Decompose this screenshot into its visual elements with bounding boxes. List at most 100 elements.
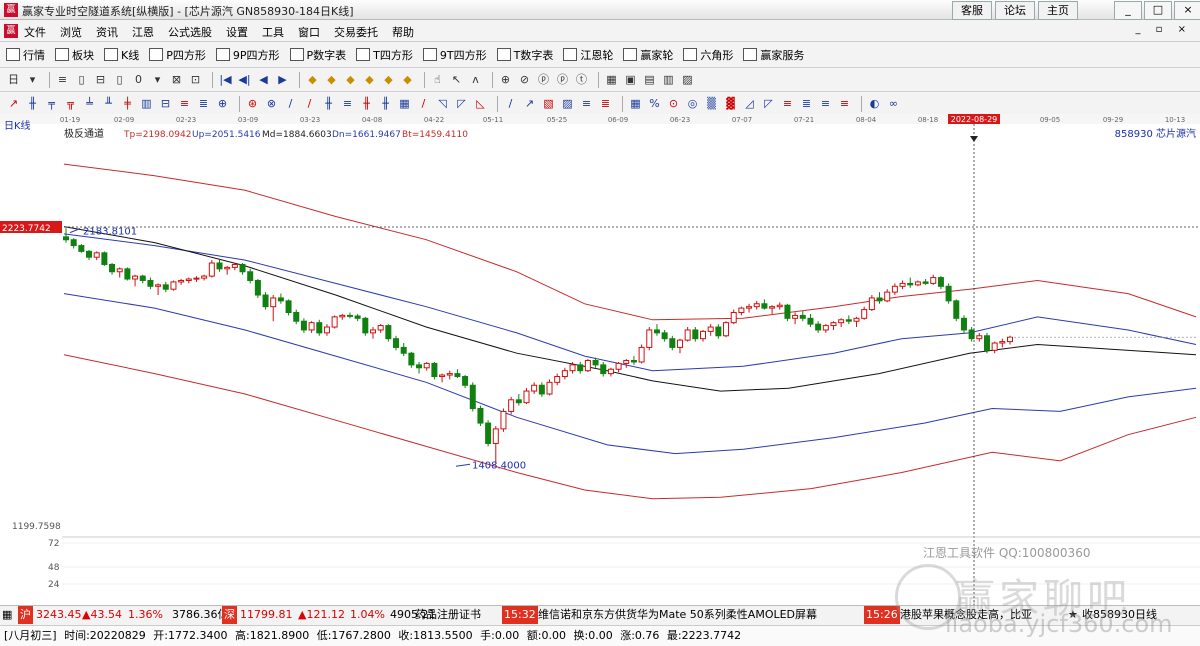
toolbar3-tool-37[interactable]: ◿ <box>742 96 757 111</box>
toolbar3-tool-15[interactable]: / <box>302 96 317 111</box>
toolbar3-tool-16[interactable]: ╫ <box>321 96 336 111</box>
toolbar3-tool-3[interactable]: ╦ <box>63 96 78 111</box>
menu-item-9[interactable]: 帮助 <box>392 24 414 40</box>
toolbar3-tool-30[interactable]: ≣ <box>598 96 613 111</box>
toolbar3-tool-23[interactable]: ◸ <box>454 96 469 111</box>
minimize-button[interactable]: _ <box>1114 1 1142 20</box>
toolbar3-tool-7[interactable]: ▥ <box>139 96 154 111</box>
toolbar2-tool-31[interactable]: ▥ <box>661 72 676 87</box>
toolbar-button-0[interactable]: 行情 <box>6 47 45 63</box>
toolbar2-tool-11[interactable]: ◀| <box>237 72 252 87</box>
toolbar3-tool-12[interactable]: ⊛ <box>245 96 260 111</box>
toolbar3-tool-1[interactable]: ╫ <box>25 96 40 111</box>
toolbar2-tool-8[interactable]: ⊠ <box>169 72 184 87</box>
mdi-controls[interactable]: _ ▫ × <box>1135 24 1192 35</box>
toolbar3-tool-35[interactable]: ▒ <box>704 96 719 111</box>
toolbar3-tool-24[interactable]: ◺ <box>473 96 488 111</box>
toolbar2-tool-16[interactable]: ◆ <box>343 72 358 87</box>
toolbar3-tool-41[interactable]: ≡ <box>818 96 833 111</box>
toolbar3-tool-6[interactable]: ╪ <box>120 96 135 111</box>
toolbar3-tool-2[interactable]: ╤ <box>44 96 59 111</box>
toolbar3-tool-31[interactable]: ▦ <box>628 96 643 111</box>
toolbar2-tool-28[interactable]: ▦ <box>604 72 619 87</box>
toolbar-button-2[interactable]: K线 <box>104 47 139 63</box>
menu-item-6[interactable]: 工具 <box>262 24 284 40</box>
toolbar3-tool-36[interactable]: ▓ <box>723 96 738 111</box>
toolbar2-tool-30[interactable]: ▤ <box>642 72 657 87</box>
toolbar3-tool-19[interactable]: ╫ <box>378 96 393 111</box>
toolbar3-tool-13[interactable]: ⊗ <box>264 96 279 111</box>
toolbar3-tool-44[interactable]: ∞ <box>886 96 901 111</box>
toolbar2-tool-23[interactable]: ⊕ <box>498 72 513 87</box>
toolbar2-tool-19[interactable]: ◆ <box>400 72 415 87</box>
toolbar-button-10[interactable]: 赢家轮 <box>623 47 673 63</box>
toolbar3-tool-10[interactable]: ≣ <box>196 96 211 111</box>
toolbar3-tool-38[interactable]: ◸ <box>761 96 776 111</box>
toolbar3-tool-39[interactable]: ≡ <box>780 96 795 111</box>
toolbar3-tool-42[interactable]: ≡ <box>837 96 852 111</box>
toolbar2-tool-9[interactable]: ⊡ <box>188 72 203 87</box>
toolbar-button-5[interactable]: P数字表 <box>289 47 346 63</box>
news-text-3[interactable]: 港股苹果概念股走高，比亚 <box>900 606 1032 624</box>
grid-icon[interactable]: ▦ <box>2 606 12 624</box>
close-button[interactable]: × <box>1174 1 1200 20</box>
toolbar2-tool-29[interactable]: ▣ <box>623 72 638 87</box>
toolbar2-tool-24[interactable]: ⊘ <box>517 72 532 87</box>
toolbar-button-9[interactable]: 江恩轮 <box>563 47 613 63</box>
toolbar2-tool-14[interactable]: ◆ <box>305 72 320 87</box>
toolbar2-tool-22[interactable]: ʌ <box>468 72 483 87</box>
toolbar-button-3[interactable]: P四方形 <box>149 47 206 63</box>
toolbar2-tool-26[interactable]: ⓟ <box>555 72 570 87</box>
toolbar2-tool-17[interactable]: ◆ <box>362 72 377 87</box>
toolbar3-tool-34[interactable]: ◎ <box>685 96 700 111</box>
menu-item-7[interactable]: 窗口 <box>298 24 320 40</box>
toolbar3-tool-0[interactable]: ↗ <box>6 96 21 111</box>
toolbar2-tool-4[interactable]: ⊟ <box>93 72 108 87</box>
toolbar3-tool-8[interactable]: ⊟ <box>158 96 173 111</box>
toolbar2-tool-32[interactable]: ▨ <box>680 72 695 87</box>
menu-item-1[interactable]: 浏览 <box>60 24 82 40</box>
toolbar2-tool-7[interactable]: ▾ <box>150 72 165 87</box>
toolbar-button-8[interactable]: T数字表 <box>496 47 553 63</box>
toolbar3-tool-33[interactable]: ⊙ <box>666 96 681 111</box>
toolbar2-tool-5[interactable]: ▯ <box>112 72 127 87</box>
toolbar3-tool-4[interactable]: ╧ <box>82 96 97 111</box>
toolbar3-tool-18[interactable]: ╫ <box>359 96 374 111</box>
toolbar3-tool-22[interactable]: ◹ <box>435 96 450 111</box>
kline-chart[interactable]: 01-19 02-09 02-23 03-09 03-23 04-08 04-22 05-11… <box>0 114 1200 605</box>
menu-item-8[interactable]: 交易委托 <box>334 24 378 40</box>
toolbar2-tool-2[interactable]: ≡ <box>55 72 70 87</box>
toolbar2-tool-25[interactable]: ⓟ <box>536 72 551 87</box>
homepage-link[interactable]: 主页 <box>1038 1 1078 20</box>
toolbar2-tool-15[interactable]: ◆ <box>324 72 339 87</box>
toolbar-button-4[interactable]: 9P四方形 <box>215 47 280 63</box>
toolbar3-tool-28[interactable]: ▨ <box>560 96 575 111</box>
toolbar3-tool-9[interactable]: ≡ <box>177 96 192 111</box>
menu-item-0[interactable]: 文件 <box>24 24 46 40</box>
menu-item-5[interactable]: 设置 <box>226 24 248 40</box>
toolbar3-tool-25[interactable]: / <box>503 96 518 111</box>
toolbar3-tool-40[interactable]: ≣ <box>799 96 814 111</box>
toolbar2-tool-10[interactable]: |◀ <box>218 72 233 87</box>
toolbar2-tool-3[interactable]: ▯ <box>74 72 89 87</box>
maximize-button[interactable]: □ <box>1144 1 1172 20</box>
news-text-2[interactable]: 维信诺和京东方供货华为Mate 50系列柔性AMOLED屏幕 <box>538 606 817 624</box>
toolbar-button-12[interactable]: 赢家服务 <box>743 47 804 63</box>
menu-item-3[interactable]: 江恩 <box>132 24 154 40</box>
favorite-label[interactable]: 收858930日线 <box>1082 606 1157 624</box>
toolbar2-tool-1[interactable]: ▾ <box>25 72 40 87</box>
toolbar2-tool-12[interactable]: ◀ <box>256 72 271 87</box>
toolbar-button-11[interactable]: 六角形 <box>683 47 733 63</box>
menu-item-4[interactable]: 公式选股 <box>168 24 212 40</box>
toolbar2-tool-20[interactable]: ☝ <box>430 72 445 87</box>
toolbar3-tool-21[interactable]: / <box>416 96 431 111</box>
toolbar3-tool-26[interactable]: ↗ <box>522 96 537 111</box>
menu-item-2[interactable]: 资讯 <box>96 24 118 40</box>
toolbar2-tool-27[interactable]: ⓣ <box>574 72 589 87</box>
toolbar3-tool-11[interactable]: ⊕ <box>215 96 230 111</box>
toolbar2-tool-18[interactable]: ◆ <box>381 72 396 87</box>
toolbar3-tool-5[interactable]: ╨ <box>101 96 116 111</box>
menu-app-icon[interactable]: 赢 <box>4 24 18 38</box>
toolbar3-tool-20[interactable]: ▦ <box>397 96 412 111</box>
news-text-1[interactable]: 药品注册证书 <box>415 606 481 624</box>
